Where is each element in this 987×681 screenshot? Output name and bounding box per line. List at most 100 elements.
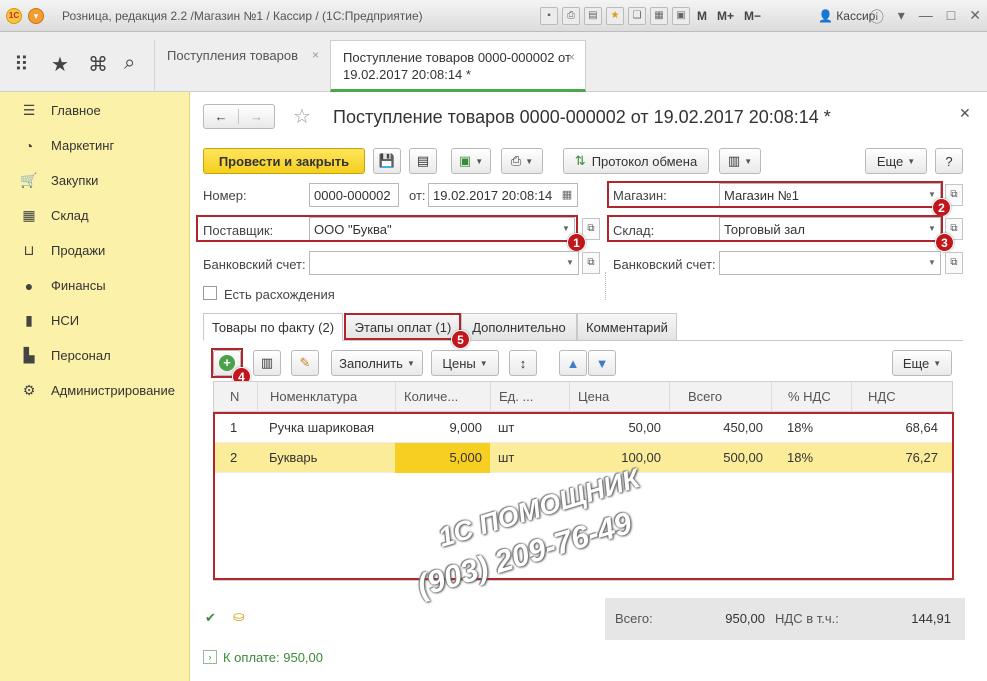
- tab-label: Поступление товаров 0000-000002 от 19.02…: [343, 50, 571, 82]
- help-button[interactable]: ?: [935, 148, 963, 174]
- close-icon[interactable]: ×: [568, 49, 575, 66]
- barcode-button[interactable]: ▥: [253, 350, 281, 376]
- close-icon[interactable]: ✕: [969, 7, 981, 27]
- maximize-icon[interactable]: □: [947, 7, 955, 27]
- col-unit[interactable]: Ед. ...: [490, 382, 569, 412]
- prices-button[interactable]: Цены ▼: [431, 350, 499, 376]
- sidebar-item-warehouse[interactable]: ▦ Склад: [0, 198, 190, 233]
- memory-minus-button[interactable]: M−: [741, 9, 764, 23]
- bank-account-label: Банковский счет:: [203, 257, 306, 272]
- sort-button[interactable]: ↕: [509, 350, 537, 376]
- cart-icon: 🛒: [20, 172, 38, 188]
- bookmark-icon[interactable]: ❏: [628, 7, 646, 25]
- create-based-on-button[interactable]: ▣ ▼: [451, 148, 491, 174]
- to-pay-link[interactable]: К оплате: 950,00: [223, 650, 323, 665]
- print-button[interactable]: ⎙ ▼: [501, 148, 543, 174]
- user-menu[interactable]: 👤 Кассир: [818, 9, 875, 23]
- tab-goods-actual[interactable]: Товары по факту (2): [203, 313, 343, 341]
- open-store-bank-account-icon[interactable]: ⧉: [945, 252, 963, 274]
- col-n[interactable]: N: [214, 382, 257, 412]
- barcode-icon: ▥: [260, 355, 274, 370]
- save-icon[interactable]: 💾: [373, 148, 401, 174]
- reports-button[interactable]: ▥ ▼: [719, 148, 761, 174]
- gear-icon: ⚙: [22, 382, 36, 398]
- calendar-icon[interactable]: ▦: [650, 7, 668, 25]
- memory-plus-button[interactable]: M+: [714, 9, 737, 23]
- calendar-icon[interactable]: ▦: [557, 184, 577, 206]
- store-bank-account-select[interactable]: ▼: [719, 251, 941, 275]
- chevron-down-icon[interactable]: ▼: [924, 252, 940, 274]
- sidebar-item-purchases[interactable]: 🛒 Закупки: [0, 163, 190, 198]
- callout-badge-1: 1: [567, 233, 586, 252]
- expand-icon[interactable]: ›: [203, 650, 217, 664]
- move-down-button[interactable]: ▼: [588, 350, 616, 376]
- post-icon[interactable]: ▤: [409, 148, 437, 174]
- col-vat[interactable]: НДС: [851, 382, 952, 412]
- print-icon[interactable]: ⎙: [562, 7, 580, 25]
- table-more-button[interactable]: Еще ▼: [892, 350, 952, 376]
- coins-icon[interactable]: ⛀: [233, 608, 245, 625]
- save-icon[interactable]: ▪: [540, 7, 558, 25]
- discrepancy-checkbox[interactable]: [203, 286, 217, 300]
- report-icon: ▥: [727, 153, 741, 168]
- discrepancy-label: Есть расхождения: [224, 287, 335, 302]
- col-qty[interactable]: Количе...: [395, 382, 490, 412]
- sidebar-item-marketing[interactable]: ◔ Маркетинг: [0, 128, 190, 163]
- tab-receipt-document[interactable]: Поступление товаров 0000-000002 от 19.02…: [330, 40, 586, 92]
- tab-additional[interactable]: Дополнительно: [461, 313, 577, 341]
- highlight-box-store: [607, 181, 943, 208]
- sidebar-item-personnel[interactable]: ▙ Персонал: [0, 338, 190, 373]
- more-button[interactable]: Еще ▼: [865, 148, 927, 174]
- sidebar-item-admin[interactable]: ⚙ Администрирование: [0, 373, 190, 408]
- number-input[interactable]: 0000-000002: [309, 183, 399, 207]
- 1c-logo-icon: 1C: [6, 8, 22, 24]
- search-icon[interactable]: ⌕: [124, 52, 135, 75]
- pick-button[interactable]: ✎: [291, 350, 319, 376]
- table-header: N Номенклатура Количе... Ед. ... Цена Вс…: [214, 382, 952, 412]
- minimize-icon[interactable]: —: [919, 7, 933, 27]
- user-icon: 👤: [818, 9, 833, 23]
- open-bank-account-icon[interactable]: ⧉: [582, 252, 600, 274]
- close-icon[interactable]: ×: [312, 48, 319, 62]
- warehouse-icon: ▦: [22, 207, 36, 223]
- tab-comment[interactable]: Комментарий: [577, 313, 677, 341]
- dropdown-icon[interactable]: ▾: [898, 7, 905, 27]
- list-icon: ☰: [22, 102, 36, 118]
- favorites-icon[interactable]: ★: [606, 7, 624, 25]
- highlight-box-warehouse: [607, 215, 943, 242]
- close-form-icon[interactable]: ✕: [959, 105, 971, 122]
- col-total[interactable]: Всего: [669, 382, 771, 412]
- memory-m-button[interactable]: M: [694, 9, 710, 23]
- vat-total-value: 144,91: [911, 611, 951, 626]
- sidebar-item-sales[interactable]: ⊔ Продажи: [0, 233, 190, 268]
- chevron-down-icon[interactable]: ▼: [562, 252, 578, 274]
- sidebar-item-finance[interactable]: ● Финансы: [0, 268, 190, 303]
- sidebar-item-main[interactable]: ☰ Главное: [0, 93, 190, 128]
- fill-button[interactable]: Заполнить ▼: [331, 350, 423, 376]
- post-and-close-button[interactable]: Провести и закрыть: [203, 148, 365, 174]
- calculator-icon[interactable]: ▣: [672, 7, 690, 25]
- main-menu-icon[interactable]: ▾: [28, 8, 44, 24]
- total-value: 950,00: [725, 611, 765, 626]
- info-icon[interactable]: ⓘ: [870, 7, 884, 27]
- date-input[interactable]: 19.02.2017 20:08:14 ▦: [428, 183, 578, 207]
- col-vat-rate[interactable]: % НДС: [771, 382, 851, 412]
- back-arrow-icon[interactable]: ←: [204, 109, 240, 124]
- forward-arrow-icon[interactable]: →: [239, 109, 274, 124]
- apps-grid-icon[interactable]: ⠿: [14, 52, 29, 77]
- tab-receipts-list[interactable]: Поступления товаров ×: [154, 40, 329, 92]
- exchange-log-button[interactable]: ⇅ Протокол обмена: [563, 148, 709, 174]
- col-item[interactable]: Номенклатура: [257, 382, 395, 412]
- col-price[interactable]: Цена: [569, 382, 669, 412]
- window-title: Розница, редакция 2.2 /Магазин №1 / Касс…: [62, 9, 423, 23]
- person-icon: ▙: [23, 347, 35, 363]
- sidebar-item-nsi[interactable]: ▮ НСИ: [0, 303, 190, 338]
- history-icon[interactable]: ⌘: [88, 52, 108, 77]
- preview-icon[interactable]: ▤: [584, 7, 602, 25]
- arrow-down-icon: ▼: [595, 355, 609, 371]
- move-up-button[interactable]: ▲: [559, 350, 587, 376]
- favorite-star-icon[interactable]: ☆: [293, 104, 311, 129]
- number-label: Номер:: [203, 188, 247, 203]
- bank-account-select[interactable]: ▼: [309, 251, 579, 275]
- star-icon[interactable]: ★: [51, 52, 69, 77]
